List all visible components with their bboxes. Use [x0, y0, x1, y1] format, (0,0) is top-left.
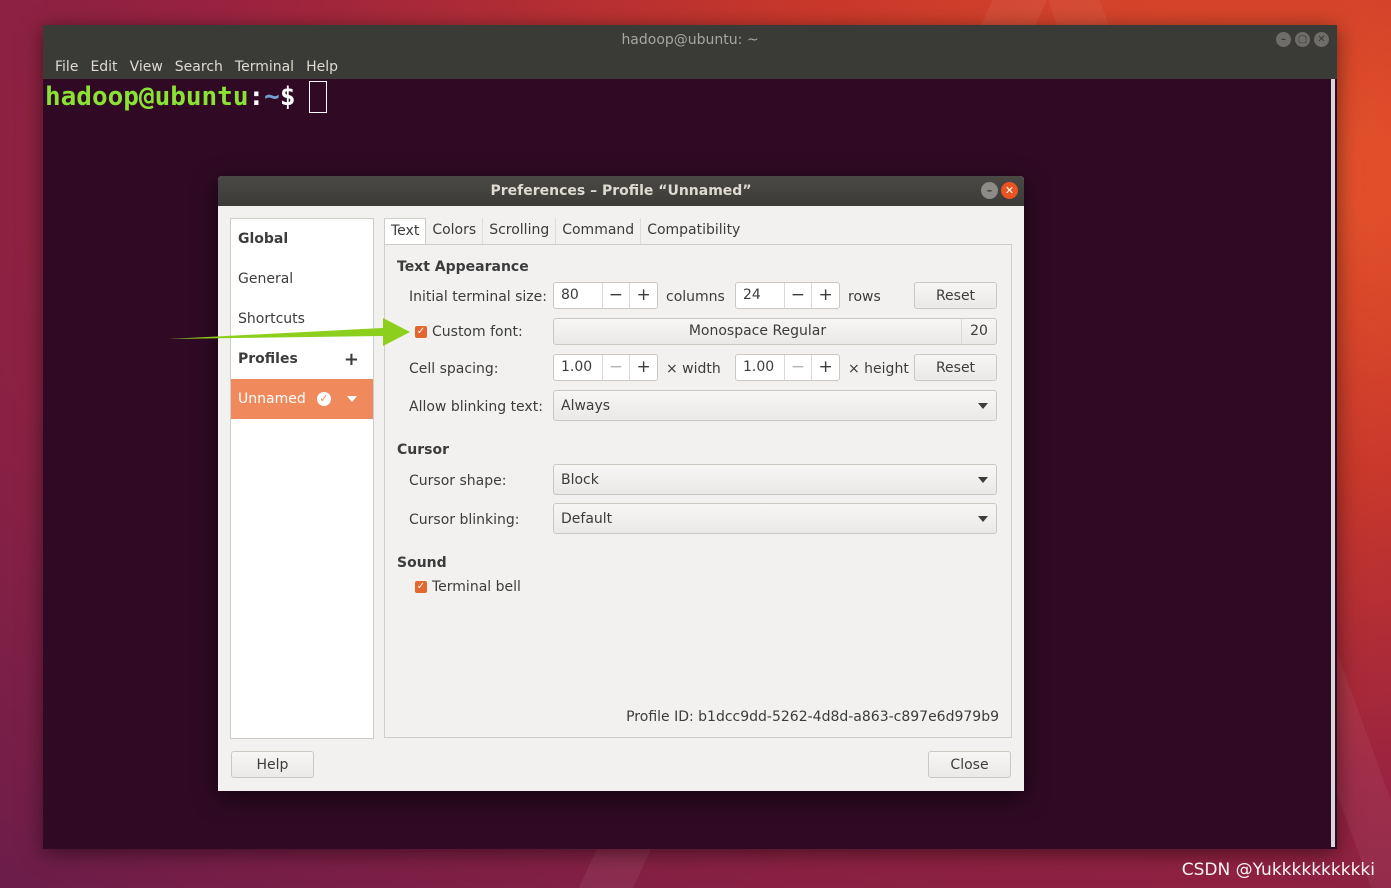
terminal-window-controls: – ▢ ✕ — [1276, 32, 1329, 47]
prompt-colon: : — [248, 82, 265, 112]
rows-plus-button[interactable]: + — [812, 283, 839, 308]
width-spacing-stepper[interactable]: 1.00 − + — [553, 354, 658, 381]
close-button[interactable]: Close — [928, 751, 1011, 778]
rows-minus-button[interactable]: − — [785, 283, 813, 308]
prompt-symbol: $ — [279, 82, 296, 112]
terminal-menubar: File Edit View Search Terminal Help — [43, 55, 1337, 79]
blinking-text-value: Always — [561, 397, 611, 414]
minimize-icon[interactable]: – — [1276, 32, 1291, 47]
cell-spacing-label: Cell spacing: — [409, 361, 499, 377]
cursor-shape-select[interactable]: Block — [553, 464, 997, 495]
height-plus-button[interactable]: + — [812, 355, 839, 380]
dialog-titlebar[interactable]: Preferences – Profile “Unnamed” – ✕ — [218, 176, 1024, 206]
preferences-tabs: Text Colors Scrolling Command Compatibil… — [384, 218, 746, 244]
tab-compatibility[interactable]: Compatibility — [641, 218, 746, 244]
columns-stepper[interactable]: 80 − + — [553, 282, 658, 309]
font-chooser-button[interactable]: Monospace Regular 20 — [553, 318, 997, 345]
dialog-title: Preferences – Profile “Unnamed” — [490, 183, 752, 199]
columns-minus-button[interactable]: − — [603, 283, 631, 308]
close-icon[interactable]: ✕ — [1001, 182, 1018, 199]
reset-spacing-button[interactable]: Reset — [914, 354, 997, 381]
columns-plus-button[interactable]: + — [630, 283, 657, 308]
font-size: 20 — [970, 323, 988, 339]
section-cursor: Cursor — [397, 442, 450, 458]
menu-view[interactable]: View — [124, 59, 169, 75]
menu-file[interactable]: File — [49, 59, 84, 75]
columns-value[interactable]: 80 — [554, 283, 603, 308]
preferences-sidebar: Global General Shortcuts Profiles + Unna… — [230, 218, 374, 739]
watermark: CSDN @Yukkkkkkkkkki — [1181, 860, 1375, 880]
custom-font-label[interactable]: Custom font: — [432, 324, 523, 340]
dialog-window-controls: – ✕ — [981, 182, 1018, 199]
terminal-title: hadoop@ubuntu: ~ — [621, 32, 759, 48]
rows-unit-label: rows — [848, 289, 881, 305]
width-plus-button[interactable]: + — [630, 355, 657, 380]
section-text-appearance: Text Appearance — [397, 259, 529, 275]
cursor-blinking-select[interactable]: Default — [553, 503, 997, 534]
cursor-blinking-label: Cursor blinking: — [409, 512, 520, 528]
sidebar-item-profile-unnamed[interactable]: Unnamed ✓ — [231, 379, 373, 419]
menu-terminal[interactable]: Terminal — [229, 59, 300, 75]
initial-size-label: Initial terminal size: — [409, 289, 547, 305]
chevron-down-icon — [978, 477, 988, 483]
prompt-path: ~ — [264, 82, 280, 112]
annotation-arrow-icon — [168, 318, 410, 346]
reset-size-button[interactable]: Reset — [914, 282, 997, 309]
profile-name: Unnamed — [238, 391, 306, 407]
height-minus-button[interactable]: − — [785, 355, 813, 380]
maximize-icon[interactable]: ▢ — [1295, 32, 1310, 47]
height-spacing-stepper[interactable]: 1.00 − + — [735, 354, 840, 381]
rows-value[interactable]: 24 — [736, 283, 785, 308]
height-unit-label: × height — [848, 361, 909, 377]
width-minus-button[interactable]: − — [603, 355, 631, 380]
prompt-user: hadoop@ubuntu — [45, 82, 249, 112]
menu-search[interactable]: Search — [169, 59, 229, 75]
chevron-down-icon — [978, 403, 988, 409]
menu-edit[interactable]: Edit — [84, 59, 123, 75]
width-spacing-value[interactable]: 1.00 — [554, 355, 603, 380]
help-button[interactable]: Help — [231, 751, 314, 778]
width-unit-label: × width — [666, 361, 721, 377]
text-tab-panel: Text Appearance Initial terminal size: 8… — [384, 244, 1012, 738]
menu-help[interactable]: Help — [300, 59, 344, 75]
tab-command[interactable]: Command — [556, 218, 642, 244]
tab-text[interactable]: Text — [384, 218, 427, 244]
cursor-shape-value: Block — [561, 471, 599, 488]
preferences-dialog: Preferences – Profile “Unnamed” – ✕ Glob… — [218, 176, 1024, 791]
cursor-blinking-value: Default — [561, 510, 613, 527]
blinking-text-select[interactable]: Always — [553, 390, 997, 421]
terminal-bell-checkbox[interactable]: ✓ — [415, 581, 427, 593]
sidebar-header-global: Global — [238, 231, 289, 247]
profile-id-label: Profile ID: — [626, 709, 694, 725]
text-cursor — [309, 81, 328, 113]
section-sound: Sound — [397, 555, 447, 571]
minimize-icon[interactable]: – — [981, 182, 998, 199]
tab-colors[interactable]: Colors — [426, 218, 484, 244]
terminal-titlebar[interactable]: hadoop@ubuntu: ~ – ▢ ✕ — [43, 25, 1337, 55]
chevron-down-icon — [978, 516, 988, 522]
default-profile-check-icon: ✓ — [317, 392, 331, 406]
font-name: Monospace Regular — [554, 319, 962, 344]
profile-id: Profile ID: b1dcc9dd-5262-4d8d-a863-c897… — [626, 709, 999, 725]
tab-scrolling[interactable]: Scrolling — [483, 218, 557, 244]
profile-menu-chevron-down-icon[interactable] — [347, 396, 357, 402]
terminal-bell-label[interactable]: Terminal bell — [432, 579, 521, 595]
profile-id-value: b1dcc9dd-5262-4d8d-a863-c897e6d979b9 — [698, 709, 999, 725]
height-spacing-value[interactable]: 1.00 — [736, 355, 785, 380]
cursor-shape-label: Cursor shape: — [409, 473, 507, 489]
sidebar-item-general[interactable]: General — [231, 259, 373, 299]
terminal-scrollbar[interactable] — [1331, 79, 1335, 847]
close-icon[interactable]: ✕ — [1314, 32, 1329, 47]
rows-stepper[interactable]: 24 − + — [735, 282, 840, 309]
columns-unit-label: columns — [666, 289, 725, 305]
shell-prompt: hadoop@ubuntu : ~ $ — [45, 81, 328, 113]
blinking-text-label: Allow blinking text: — [409, 399, 543, 415]
